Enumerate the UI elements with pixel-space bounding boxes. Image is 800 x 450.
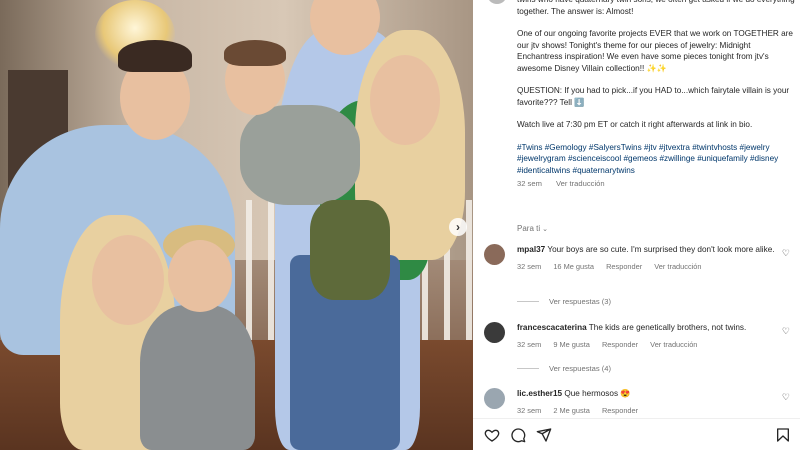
post-caption: twins who have quaternary twin sons, we … xyxy=(517,0,795,190)
comment-sort-label: Para ti xyxy=(517,224,541,233)
commenter-avatar[interactable] xyxy=(484,244,505,265)
comment-age: 32 sem xyxy=(517,261,542,271)
comment-text: The kids are genetically brothers, not t… xyxy=(588,323,747,332)
comment-meta: 32 sem 2 Me gusta Responder xyxy=(517,405,777,417)
caption-translate-link[interactable]: Ver traducción xyxy=(556,179,605,188)
chevron-down-icon: ⌄ xyxy=(542,226,548,233)
post-side-panel: twins who have quaternary twin sons, we … xyxy=(473,0,800,450)
carousel-next-button[interactable]: › xyxy=(449,218,467,236)
bookmark-icon[interactable] xyxy=(775,427,791,443)
comment-icon[interactable] xyxy=(510,427,526,443)
comment-username[interactable]: mpal37 xyxy=(517,245,545,254)
caption-hashtags[interactable]: #Twins #Gemology #SalyersTwins #jtv #jtv… xyxy=(517,142,795,177)
photo-toddler-right xyxy=(240,105,360,205)
view-replies-label: Ver respuestas (4) xyxy=(549,364,612,373)
comment-likes[interactable]: 2 Me gusta xyxy=(553,406,590,415)
photo-person-woman-right-head xyxy=(370,55,440,145)
caption-meta: 32 sem Ver traducción xyxy=(517,178,795,190)
comment-text: Que hermosos 😍 xyxy=(564,389,631,398)
comment-translate-link[interactable]: Ver traducción xyxy=(650,340,697,349)
heart-icon[interactable] xyxy=(484,427,500,443)
comment-body: francescacaterina The kids are genetical… xyxy=(517,322,777,350)
caption-paragraph: Watch live at 7:30 pm ET or catch it rig… xyxy=(517,120,753,129)
photo-toddler-front xyxy=(140,305,255,450)
heart-outline-icon[interactable]: ♡ xyxy=(782,326,790,337)
comment-body: mpal37 Your boys are so cute. I'm surpri… xyxy=(517,244,777,272)
caption-paragraph: twins who have quaternary twin sons, we … xyxy=(517,0,795,16)
commenter-avatar[interactable] xyxy=(484,322,505,343)
caption-author-avatar[interactable] xyxy=(487,0,507,4)
comment-username[interactable]: francescacaterina xyxy=(517,323,587,332)
photo-person-woman-left-head xyxy=(92,235,164,325)
replies-divider xyxy=(517,368,539,369)
view-replies-button[interactable]: Ver respuestas (3) xyxy=(517,297,611,306)
heart-outline-icon[interactable]: ♡ xyxy=(782,248,790,259)
comment-age: 32 sem xyxy=(517,405,542,415)
post-photo[interactable]: › xyxy=(0,0,473,450)
post-action-bar xyxy=(473,418,800,450)
photo-toddler-right-legs xyxy=(310,200,390,300)
caption-age: 32 sem xyxy=(517,179,542,188)
comment-body: lic.esther15 Que hermosos 😍 32 sem 2 Me … xyxy=(517,388,777,416)
chevron-right-icon: › xyxy=(456,220,460,234)
comment-age: 32 sem xyxy=(517,339,542,349)
comment-sort-dropdown[interactable]: Para ti ⌄ xyxy=(517,224,548,233)
photo-person-man-left-hair xyxy=(118,40,192,72)
comment-reply-button[interactable]: Responder xyxy=(606,262,642,271)
caption-paragraph: QUESTION: If you had to pick...if you HA… xyxy=(517,86,790,107)
send-icon[interactable] xyxy=(536,427,552,443)
photo-toddler-front-head xyxy=(168,240,232,312)
heart-outline-icon[interactable]: ♡ xyxy=(782,392,790,403)
view-replies-label: Ver respuestas (3) xyxy=(549,297,612,306)
comment-meta: 32 sem 9 Me gusta Responder Ver traducci… xyxy=(517,339,777,351)
comment-likes[interactable]: 9 Me gusta xyxy=(553,340,590,349)
comment-likes[interactable]: 16 Me gusta xyxy=(553,262,594,271)
caption-paragraph: One of our ongoing favorite projects EVE… xyxy=(517,29,793,73)
comment-translate-link[interactable]: Ver traducción xyxy=(654,262,701,271)
comment-reply-button[interactable]: Responder xyxy=(602,406,638,415)
comment-reply-button[interactable]: Responder xyxy=(602,340,638,349)
comment-text: Your boys are so cute. I'm surprised the… xyxy=(547,245,775,254)
photo-toddler-right-hair xyxy=(224,40,286,66)
commenter-avatar[interactable] xyxy=(484,388,505,409)
replies-divider xyxy=(517,301,539,302)
comment-username[interactable]: lic.esther15 xyxy=(517,389,562,398)
comment-meta: 32 sem 16 Me gusta Responder Ver traducc… xyxy=(517,261,777,273)
view-replies-button[interactable]: Ver respuestas (4) xyxy=(517,364,611,373)
